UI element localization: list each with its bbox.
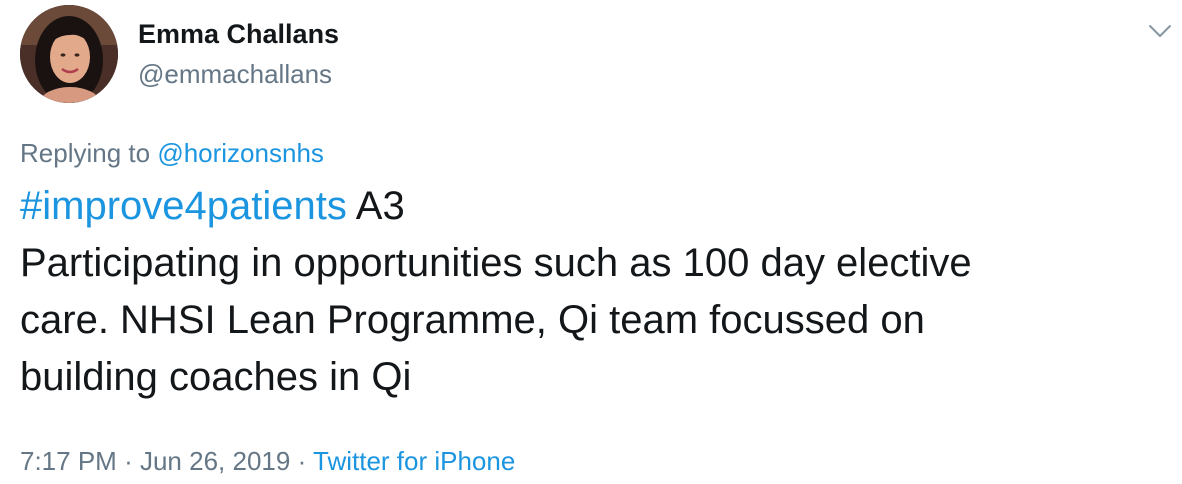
tweet-source-link[interactable]: Twitter for iPhone — [313, 446, 515, 476]
author-block[interactable]: Emma Challans @emmachallans — [138, 17, 339, 91]
tweet-text-a3: A3 — [355, 184, 405, 228]
reply-prefix: Replying to — [20, 138, 151, 168]
meta-separator: · — [124, 446, 133, 476]
tweet-time[interactable]: 7:17 PM — [20, 446, 117, 476]
user-handle[interactable]: @emmachallans — [138, 57, 339, 91]
reply-target-link[interactable]: @horizonsnhs — [157, 138, 324, 168]
tweet-line-1: #improve4patients A3 — [20, 178, 1160, 235]
tweet-card: Emma Challans @emmachallans Replying to … — [0, 0, 1182, 484]
tweet-line-3: care. NHSI Lean Programme, Qi team focus… — [20, 298, 925, 342]
tweet-line-2: Participating in opportunities such as 1… — [20, 241, 972, 285]
chevron-down-icon[interactable] — [1145, 16, 1175, 46]
tweet-line-4: building coaches in Qi — [20, 355, 412, 399]
hashtag-link[interactable]: #improve4patients — [20, 184, 347, 228]
avatar[interactable] — [20, 5, 118, 103]
tweet-text: #improve4patients A3 Participating in op… — [20, 178, 1160, 406]
tweet-metadata: 7:17 PM · Jun 26, 2019 · Twitter for iPh… — [20, 444, 515, 478]
reply-context: Replying to @horizonsnhs — [20, 136, 324, 170]
display-name[interactable]: Emma Challans — [138, 17, 339, 51]
tweet-date[interactable]: Jun 26, 2019 — [140, 446, 290, 476]
meta-separator-2: · — [297, 446, 307, 476]
